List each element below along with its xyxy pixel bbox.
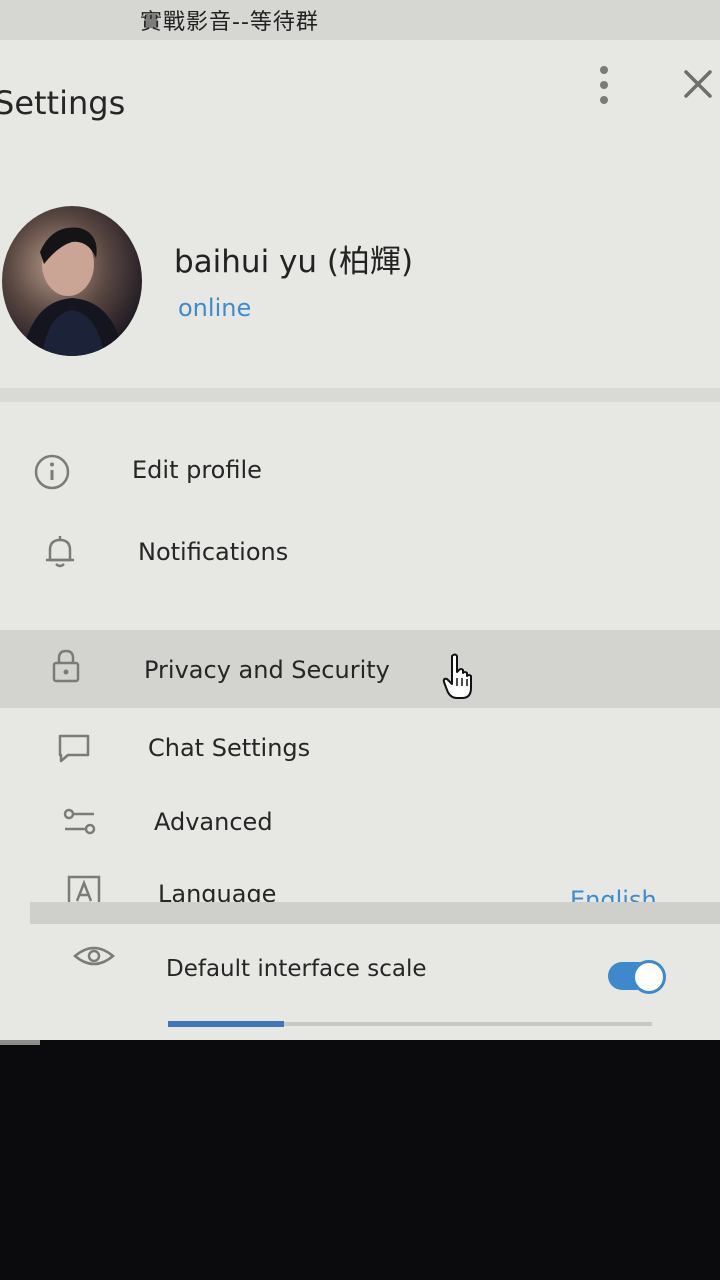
background-window-title: 實戰影音--等待群 [140, 10, 319, 35]
section-divider [30, 902, 720, 924]
hand-cursor-icon [442, 653, 472, 699]
avatar[interactable] [2, 206, 142, 356]
settings-menu: Edit profile Notifications Privacy and S… [0, 402, 720, 914]
menu-item-label: Edit profile [132, 456, 262, 484]
interface-scale-slider[interactable] [168, 1021, 652, 1027]
menu-item-privacy-security[interactable]: Privacy and Security [0, 630, 720, 708]
chat-bubble-icon [58, 734, 90, 763]
profile-name: baihui yu (柏輝) [174, 244, 414, 280]
background-window-titlebar: 實戰影音--等待群 [0, 0, 720, 45]
settings-dialog: Settings baihui yu (柏輝) online Edit prof… [0, 40, 720, 1040]
profile-section: baihui yu (柏輝) online [0, 200, 720, 390]
menu-item-advanced[interactable]: Advanced [0, 782, 720, 860]
menu-item-chat-settings[interactable]: Chat Settings [0, 708, 720, 786]
eye-icon [73, 946, 115, 966]
toggle-knob [632, 960, 666, 994]
info-icon [34, 454, 70, 490]
close-icon[interactable] [678, 64, 718, 104]
dialog-header: Settings [0, 40, 720, 190]
interface-scale-toggle[interactable] [608, 960, 666, 994]
slider-fill [168, 1021, 285, 1027]
section-divider [0, 388, 720, 402]
menu-item-label: Advanced [154, 808, 273, 836]
menu-item-edit-profile[interactable]: Edit profile [0, 432, 720, 510]
menu-item-label: Notifications [138, 538, 289, 566]
interface-scale-row: Default interface scale [40, 924, 720, 1044]
lock-icon [52, 649, 80, 683]
more-vertical-icon[interactable] [590, 62, 618, 108]
bell-icon [46, 536, 74, 568]
dialog-title: Settings [0, 84, 126, 122]
menu-item-notifications[interactable]: Notifications [0, 514, 720, 592]
sliders-icon [63, 808, 96, 835]
menu-item-label: Chat Settings [148, 734, 311, 762]
menu-item-label: Privacy and Security [144, 656, 390, 684]
interface-scale-label: Default interface scale [166, 956, 427, 982]
profile-status: online [178, 294, 252, 322]
